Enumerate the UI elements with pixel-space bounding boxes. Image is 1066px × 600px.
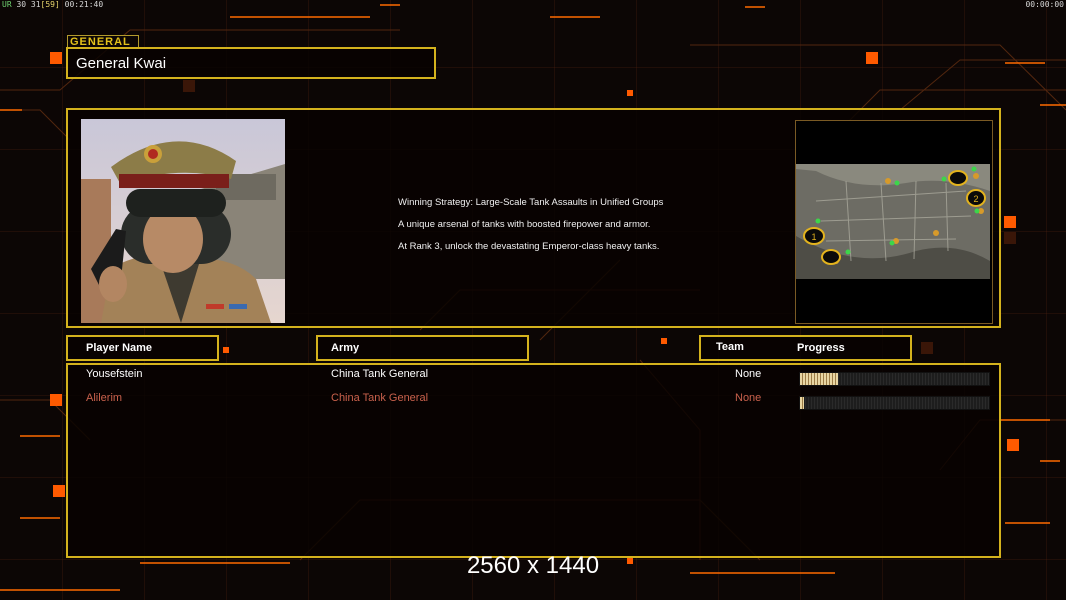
description-line: Winning Strategy: Large-Scale Tank Assau… xyxy=(398,197,664,208)
player-list: Yousefstein China Tank General None Alil… xyxy=(66,363,1001,558)
general-name-panel: General Kwai xyxy=(66,47,436,79)
map-marker-label: 2 xyxy=(973,194,978,204)
progress-bar xyxy=(799,372,990,386)
column-header-team: Team xyxy=(716,341,744,353)
table-row[interactable]: Yousefstein China Tank General None xyxy=(68,368,999,388)
column-header-player-name[interactable]: Player Name xyxy=(66,335,219,361)
table-row[interactable]: Alilerim China Tank General None xyxy=(68,392,999,412)
progress-bar-fill xyxy=(800,373,838,385)
hud-fps-readout: UR 30 31[59] 00:21:40 xyxy=(2,0,104,9)
player-army: China Tank General xyxy=(331,368,429,380)
column-header-progress: Progress xyxy=(797,342,845,354)
column-header-label: Player Name xyxy=(86,342,153,354)
player-name: Yousefstein xyxy=(86,368,143,380)
hud-timer: 00:00:00 xyxy=(1025,0,1064,9)
player-team: None xyxy=(735,368,762,380)
column-header-army[interactable]: Army xyxy=(316,335,529,361)
general-info-panel: Winning Strategy: Large-Scale Tank Assau… xyxy=(66,108,1001,328)
column-header-label: Army xyxy=(331,342,360,354)
progress-bar xyxy=(799,396,990,410)
general-name: General Kwai xyxy=(76,55,167,72)
player-team: None xyxy=(735,392,762,404)
player-army: China Tank General xyxy=(331,392,429,404)
player-name: Alilerim xyxy=(86,392,123,404)
progress-bar-fill xyxy=(800,397,804,409)
map-preview: 2 1 xyxy=(795,120,993,324)
map-marker-label: 1 xyxy=(811,232,816,242)
resolution-label: 2560 x 1440 xyxy=(466,552,600,579)
column-header-team-progress[interactable]: Team Progress xyxy=(699,335,912,361)
general-portrait xyxy=(81,119,285,323)
description-line: At Rank 3, unlock the devastating Empero… xyxy=(398,241,660,252)
description-line: A unique arsenal of tanks with boosted f… xyxy=(398,219,651,230)
general-description: Winning Strategy: Large-Scale Tank Assau… xyxy=(398,192,663,258)
